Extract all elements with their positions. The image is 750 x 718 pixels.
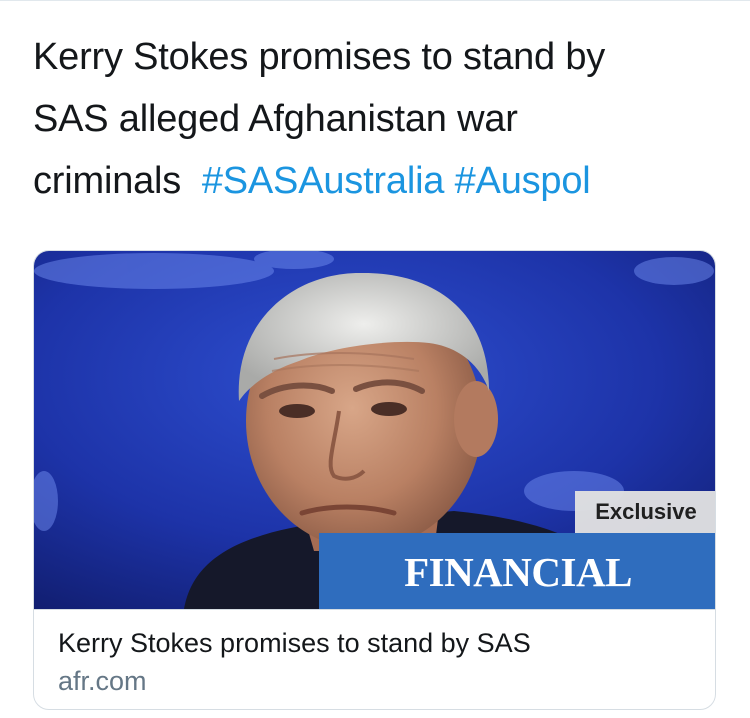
hashtag-sasaustralia[interactable]: #SASAustralia [202, 160, 445, 202]
financial-review-logo: FINANCIAL REVIEW [319, 533, 715, 609]
top-divider [0, 0, 750, 1]
tweet-line-3-text: criminals [33, 160, 182, 202]
card-domain: afr.com [58, 666, 147, 696]
card-title: Kerry Stokes promises to stand by SAS [58, 628, 531, 658]
link-preview-card[interactable]: Exclusive FINANCIAL REVIEW Kerry Stokes … [33, 250, 716, 710]
tweet-line-2: SAS alleged Afghanistan war [33, 98, 518, 140]
exclusive-badge: Exclusive [575, 491, 715, 533]
tweet-text: Kerry Stokes promises to stand by SAS al… [33, 26, 723, 212]
hashtag-auspol[interactable]: #Auspol [455, 160, 591, 202]
tweet-line-1: Kerry Stokes promises to stand by [33, 36, 606, 78]
card-meta[interactable]: Kerry Stokes promises to stand by SAS af… [34, 609, 715, 709]
card-image[interactable]: Exclusive FINANCIAL REVIEW [34, 251, 715, 609]
tweet-line-3: criminals #SASAustralia #Auspol [33, 150, 723, 212]
